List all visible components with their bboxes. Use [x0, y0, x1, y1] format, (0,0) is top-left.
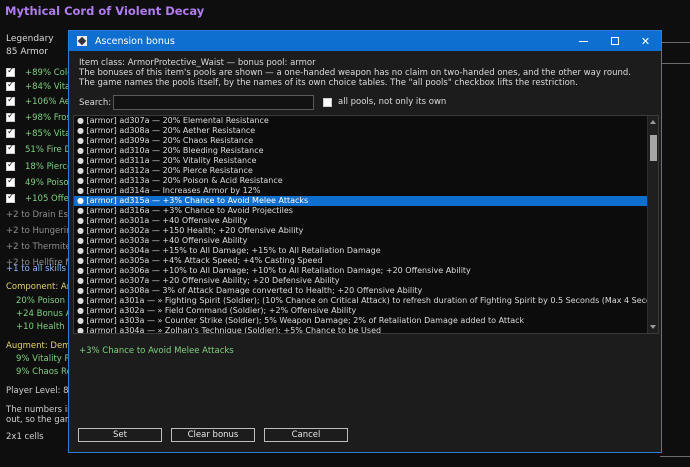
ascension-bonus-dialog: Ascension bonus ✕ Item class: ArmorProte…: [68, 30, 662, 453]
close-button[interactable]: ✕: [630, 31, 661, 51]
list-item[interactable]: ● [armor] a301a — » Fighting Spirit (Sol…: [74, 296, 658, 306]
maximize-button[interactable]: [599, 31, 630, 51]
app-icon: [77, 36, 87, 46]
list-item[interactable]: ● [armor] ao306a — +10% to All Damage; +…: [74, 266, 648, 276]
list-item[interactable]: ● [armor] ad312a — 20% Pierce Resistance: [74, 166, 648, 176]
scroll-up-icon[interactable]: [650, 120, 656, 124]
dialog-titlebar[interactable]: Ascension bonus ✕: [69, 31, 661, 51]
list-item[interactable]: ● [armor] ad313a — 20% Poison & Acid Res…: [74, 176, 648, 186]
list-item[interactable]: ● [armor] ao307a — +20 Offensive Ability…: [74, 276, 648, 286]
affix-checkbox[interactable]: [6, 66, 15, 77]
set-button[interactable]: Set: [78, 428, 162, 442]
list-item[interactable]: ● [armor] ao301a — +40 Offensive Ability: [74, 216, 648, 226]
list-scrollbar[interactable]: [647, 116, 658, 333]
list-item[interactable]: ● [armor] ad310a — 20% Bleeding Resistan…: [74, 146, 648, 156]
affix-checkbox[interactable]: [6, 192, 15, 203]
affix-checkbox[interactable]: [6, 127, 15, 138]
player-level: Player Level: 84: [6, 386, 74, 396]
list-item[interactable]: ● [armor] ao303a — +40 Offensive Ability: [74, 236, 648, 246]
selected-bonus-preview: +3% Chance to Avoid Melee Attacks: [79, 346, 234, 356]
list-item[interactable]: ● [armor] ao308a — 3% of Attack Damage c…: [74, 286, 648, 296]
list-item[interactable]: ● [armor] ad316a — +3% Chance to Avoid P…: [74, 206, 648, 216]
close-icon: ✕: [640, 34, 651, 48]
affix-checkbox[interactable]: [6, 143, 15, 154]
item-armor: 85 Armor: [6, 47, 48, 57]
bonus-list[interactable]: ● [armor] ad307a — 20% Elemental Resista…: [73, 115, 659, 334]
right-divider: [660, 456, 690, 457]
list-item[interactable]: ● [armor] ad307a — 20% Elemental Resista…: [74, 116, 648, 126]
cancel-button[interactable]: Cancel: [264, 428, 348, 442]
clear-bonus-button[interactable]: Clear bonus: [171, 428, 255, 442]
minimize-button[interactable]: [568, 31, 599, 51]
list-item[interactable]: ● [armor] a302a — » Field Command (Soldi…: [74, 306, 648, 316]
pool-explanation: The bonuses of this item's pools are sho…: [79, 68, 631, 78]
list-item[interactable]: ● [armor] a304a — » Zolhan's Technique (…: [74, 326, 648, 333]
list-item[interactable]: ● [armor] a303a — » Counter Strike (Sold…: [74, 316, 648, 326]
scroll-down-icon[interactable]: [650, 325, 656, 329]
scrollbar-thumb[interactable]: [650, 135, 657, 161]
list-item[interactable]: ● [armor] ao302a — +150 Health; +20 Offe…: [74, 226, 648, 236]
search-label: Search:: [79, 98, 112, 108]
maximize-icon: [610, 37, 619, 45]
list-item[interactable]: ● [armor] ad314a — Increases Armor by 12…: [74, 186, 648, 196]
minimize-icon: [579, 40, 588, 42]
list-item[interactable]: ● [armor] ao304a — +15% to All Damage; +…: [74, 246, 648, 256]
dialog-title: Ascension bonus: [95, 35, 175, 47]
list-item[interactable]: ● [armor] ad309a — 20% Chaos Resistance: [74, 136, 648, 146]
pool-explanation: The game names the pools itself, by the …: [79, 78, 578, 88]
search-input[interactable]: [113, 95, 314, 110]
affix-checkbox[interactable]: [6, 80, 15, 91]
item-rarity: Legendary: [6, 34, 54, 44]
affix-checkbox[interactable]: [6, 160, 15, 171]
item-cells: 2x1 cells: [6, 432, 44, 442]
item-class-info: Item class: ArmorProtective_Waist — bonu…: [79, 58, 316, 68]
item-title: Mythical Cord of Violent Decay: [5, 4, 205, 18]
all-pools-checkbox[interactable]: [323, 97, 332, 107]
all-pools-toggle[interactable]: all pools, not only its own: [323, 97, 446, 107]
all-pools-label: all pools, not only its own: [338, 97, 447, 107]
list-item[interactable]: ● [armor] ao305a — +4% Attack Speed; +4%…: [74, 256, 648, 266]
list-item[interactable]: ● [armor] ad308a — 20% Aether Resistance: [74, 126, 648, 136]
affix-checkbox[interactable]: [6, 95, 15, 106]
list-item-selected[interactable]: ● [armor] ad315a — +3% Chance to Avoid M…: [74, 196, 648, 206]
affix-checkbox[interactable]: [6, 176, 15, 187]
affix-checkbox[interactable]: [6, 111, 15, 122]
list-item[interactable]: ● [armor] ad311a — 20% Vitality Resistan…: [74, 156, 648, 166]
